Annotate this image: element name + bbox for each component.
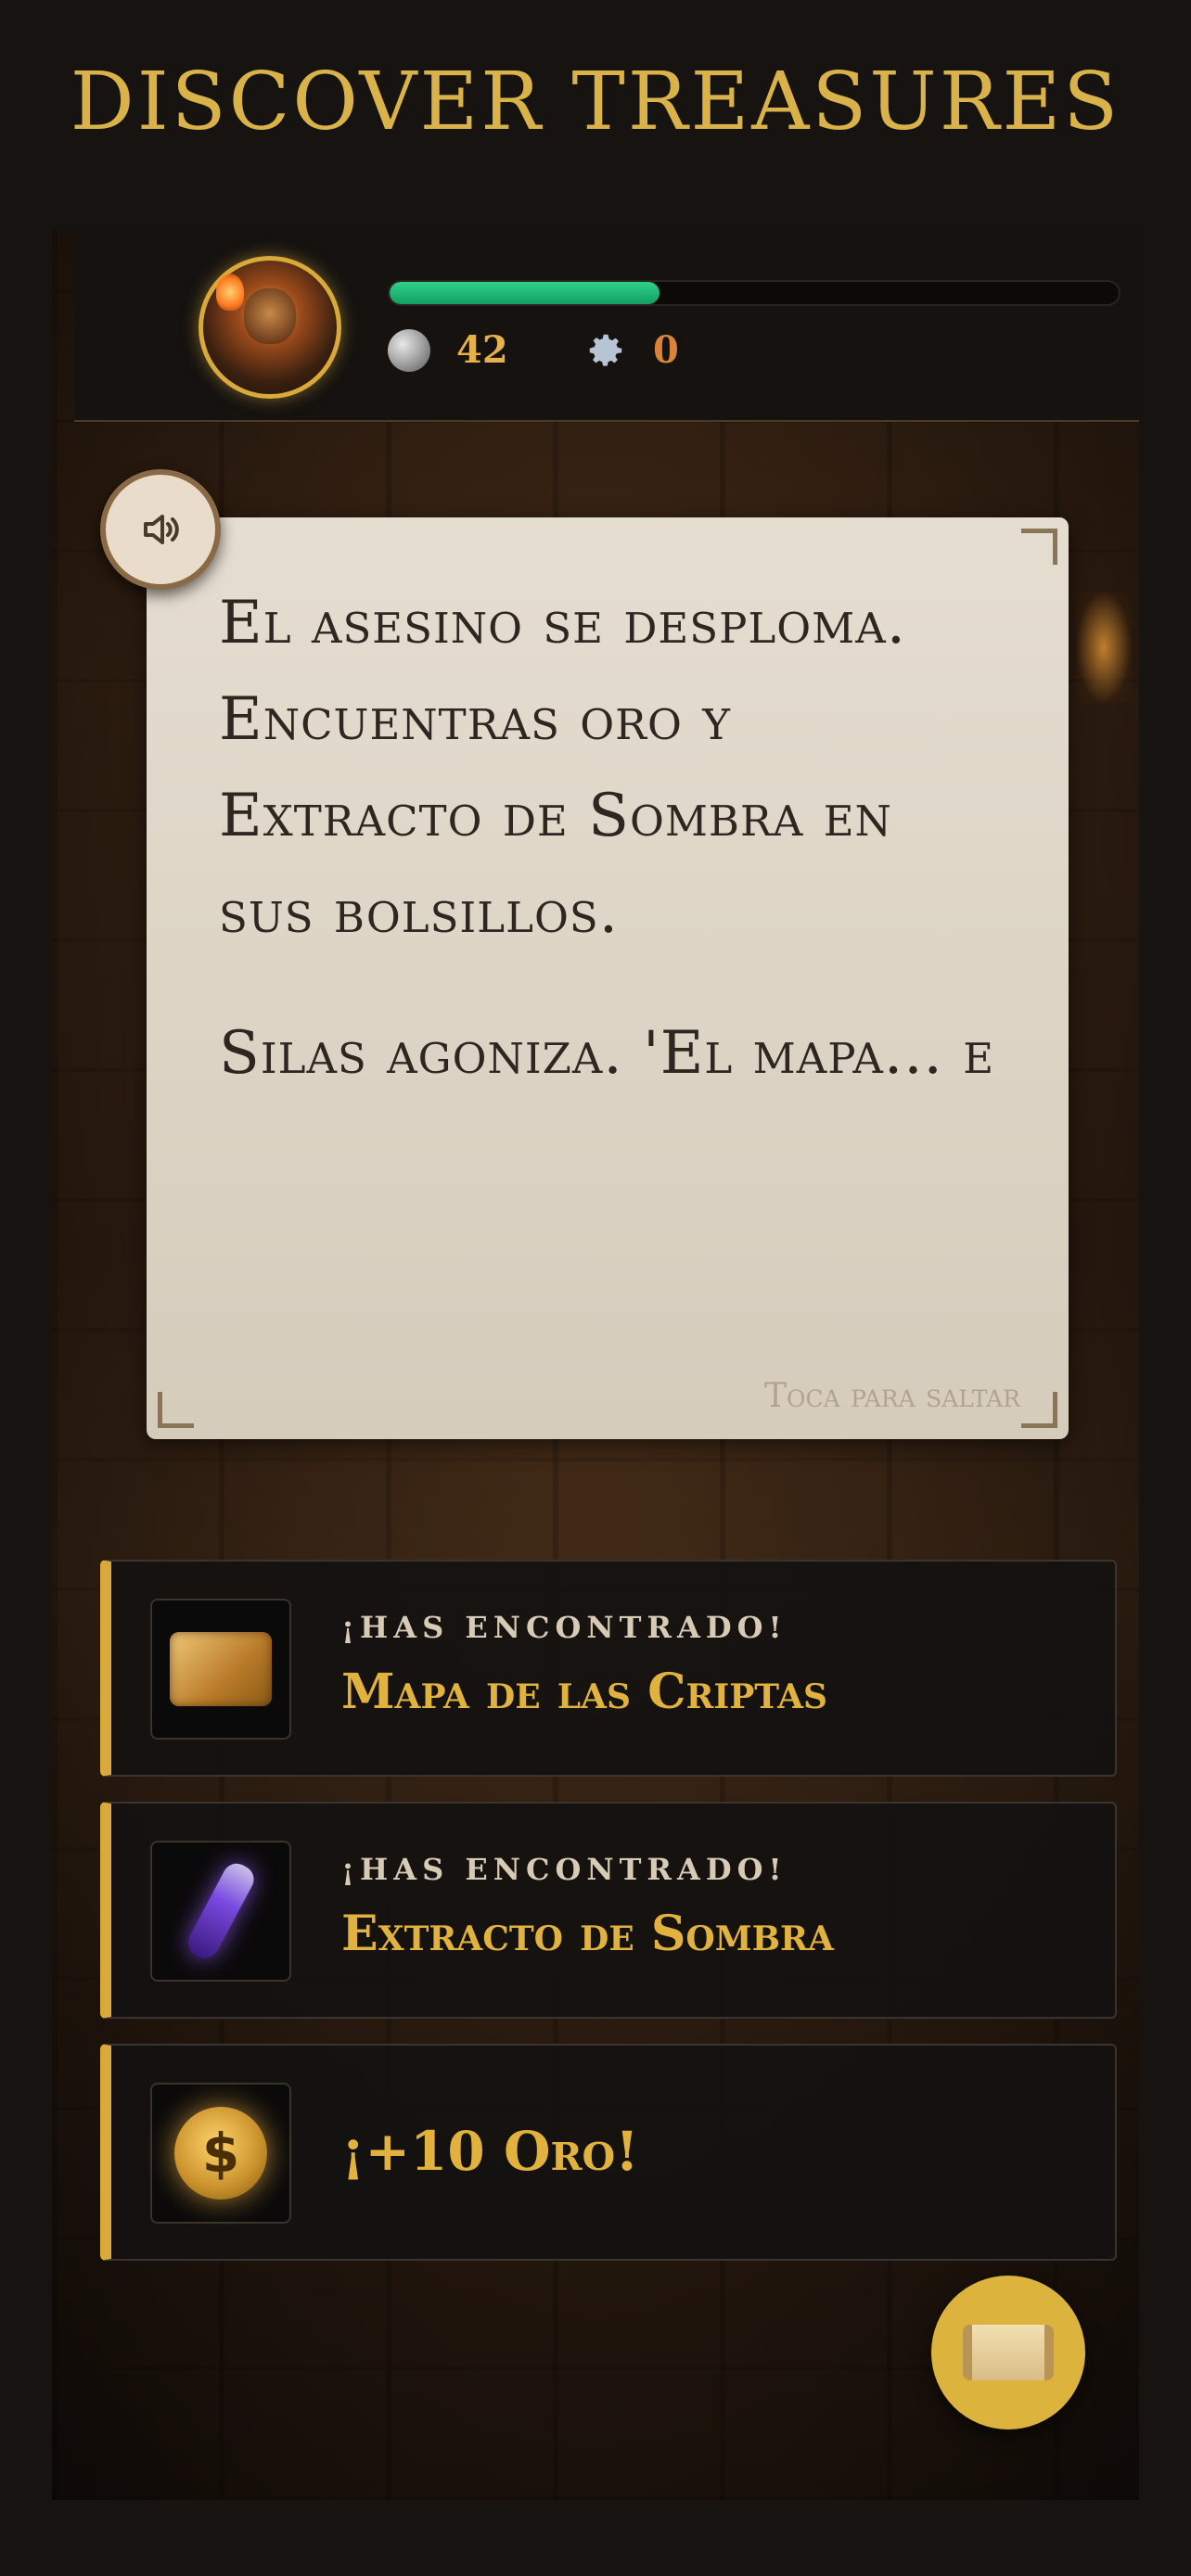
game-scene: 42 0 El asesino se desploma. Encuentras … <box>52 230 1139 2500</box>
loot-icon-box <box>150 1599 291 1740</box>
loot-card: ¡HAS ENCONTRADO! Extracto de Sombra <box>100 1802 1117 2019</box>
progress-bar <box>388 280 1121 306</box>
corner-ornament <box>1021 1392 1057 1428</box>
treasure-map-icon <box>170 1632 272 1706</box>
status-header: 42 0 <box>74 230 1139 422</box>
xp-value: 0 <box>653 328 679 372</box>
loot-card: ¡HAS ENCONTRADO! Mapa de las Criptas <box>100 1560 1117 1777</box>
page-title: DISCOVER TREASURES <box>70 56 1121 148</box>
loot-name: ¡+10 Oro! <box>341 2120 639 2183</box>
money-bag-icon: $ <box>174 2107 267 2200</box>
dialog-paragraph: El asesino se desploma. Encuentras oro y… <box>219 589 907 947</box>
loot-card: $ ¡+10 Oro! <box>100 2044 1117 2261</box>
shadow-vial-icon <box>183 1858 259 1964</box>
sound-toggle-button[interactable] <box>100 469 221 590</box>
loot-kicker: ¡HAS ENCONTRADO! <box>341 1852 788 1887</box>
journal-button[interactable] <box>931 2276 1085 2429</box>
coins-value: 42 <box>456 328 508 372</box>
loot-icon-box <box>150 1841 291 1982</box>
progress-fill <box>390 282 660 304</box>
loot-kicker: ¡HAS ENCONTRADO! <box>341 1610 788 1645</box>
character-avatar[interactable] <box>198 256 341 399</box>
loot-name: Mapa de las Criptas <box>341 1664 828 1720</box>
avatar-portrait <box>244 288 296 344</box>
scroll-icon <box>963 2325 1054 2380</box>
corner-ornament <box>158 1392 194 1428</box>
lantern-glow <box>1076 592 1132 703</box>
loot-name: Extracto de Sombra <box>341 1906 834 1962</box>
avatar-flame <box>216 274 244 311</box>
gear-icon <box>584 329 627 372</box>
story-dialog[interactable]: El asesino se desploma. Encuentras oro y… <box>147 517 1069 1439</box>
coins-stat: 42 <box>388 328 508 372</box>
xp-stat: 0 <box>584 328 679 372</box>
corner-ornament <box>1021 529 1057 565</box>
moon-coin-icon <box>388 328 430 372</box>
skip-hint: Toca para saltar <box>764 1377 1020 1415</box>
dialog-text: El asesino se desploma. Encuentras oro y… <box>219 575 998 1146</box>
speaker-icon <box>144 515 179 544</box>
loot-icon-box: $ <box>150 2083 291 2224</box>
dialog-paragraph: Silas agoniza. 'El mapa... e <box>219 1019 995 1088</box>
